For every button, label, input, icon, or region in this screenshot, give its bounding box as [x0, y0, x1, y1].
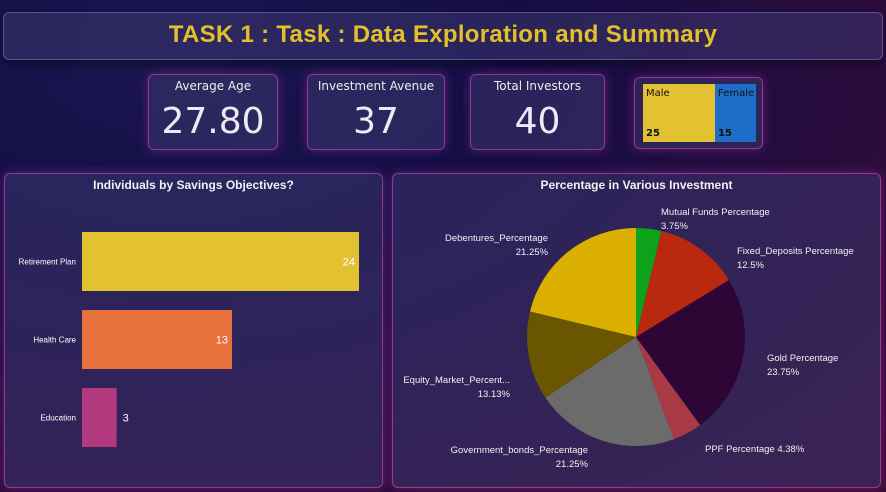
kpi-investment-avenue[interactable]: Investment Avenue 37	[307, 74, 445, 150]
bar[interactable]	[82, 310, 233, 369]
kpi-total-investors[interactable]: Total Investors 40	[470, 74, 605, 150]
bar-value-label: 24	[343, 257, 355, 269]
female-label: Female	[718, 88, 755, 99]
kpi-label: Investment Avenue	[317, 79, 435, 93]
female-count: 15	[718, 128, 732, 139]
bar-value-label: 13	[216, 335, 228, 347]
female-tile[interactable]: Female 15	[715, 84, 756, 142]
kpi-value: 37	[353, 101, 399, 142]
kpi-label: Total Investors	[494, 79, 581, 93]
bar-value-label: 3	[123, 413, 129, 425]
page-title: TASK 1 : Task : Data Exploration and Sum…	[168, 21, 718, 48]
savings-bar-chart: Retirement Plan 24 Health Care 13 Education 3	[19, 232, 359, 447]
savings-objectives-panel: Individuals by Savings Objectives? Retir…	[4, 173, 383, 488]
gender-treemap[interactable]: Male 25 Female 15	[634, 77, 763, 149]
kpi-label: Average Age	[174, 79, 252, 93]
pie-slice-label: Equity_Market_Percent...	[403, 375, 510, 386]
pie-slice-label: Gold Percentage	[767, 353, 838, 364]
pie-slice-percentage: 23.75%	[767, 367, 800, 378]
title-bar: TASK 1 : Task : Data Exploration and Sum…	[3, 12, 883, 60]
pie-slice-label: Government_bonds_Percentage	[451, 445, 588, 456]
pie-slice-label: Fixed_Deposits Percentage	[737, 246, 854, 257]
investment-percentage-panel: Percentage in Various Investment Mutual …	[392, 173, 881, 488]
pie-slice-label: Debentures_Percentage	[445, 233, 548, 244]
pie-slice-percentage: 21.25%	[556, 459, 589, 470]
pie-slice-label: Mutual Funds Percentage	[661, 207, 770, 218]
investment-pie-chart: Mutual Funds Percentage 3.75% Fixed_Deposi…	[403, 207, 854, 470]
pie-slice-percentage: 13.13%	[478, 389, 511, 400]
bar-category-label: Health Care	[33, 336, 76, 345]
bar-category-label: Education	[40, 414, 76, 423]
bar[interactable]	[82, 232, 359, 291]
kpi-average-age[interactable]: Average Age 27.80	[148, 74, 278, 150]
pie-slice-label: PPF Percentage 4.38%	[705, 444, 805, 455]
bar[interactable]	[82, 388, 117, 447]
male-tile[interactable]: Male 25	[643, 84, 715, 142]
pie-slice-percentage: 12.5%	[737, 260, 764, 271]
male-label: Male	[646, 88, 670, 99]
kpi-value: 27.80	[161, 101, 265, 142]
kpi-value: 40	[514, 101, 561, 142]
male-count: 25	[646, 128, 660, 139]
bar-category-label: Retirement Plan	[19, 258, 76, 267]
pie-slice-percentage: 21.25%	[516, 247, 549, 258]
pie-slice-percentage: 3.75%	[661, 221, 688, 232]
